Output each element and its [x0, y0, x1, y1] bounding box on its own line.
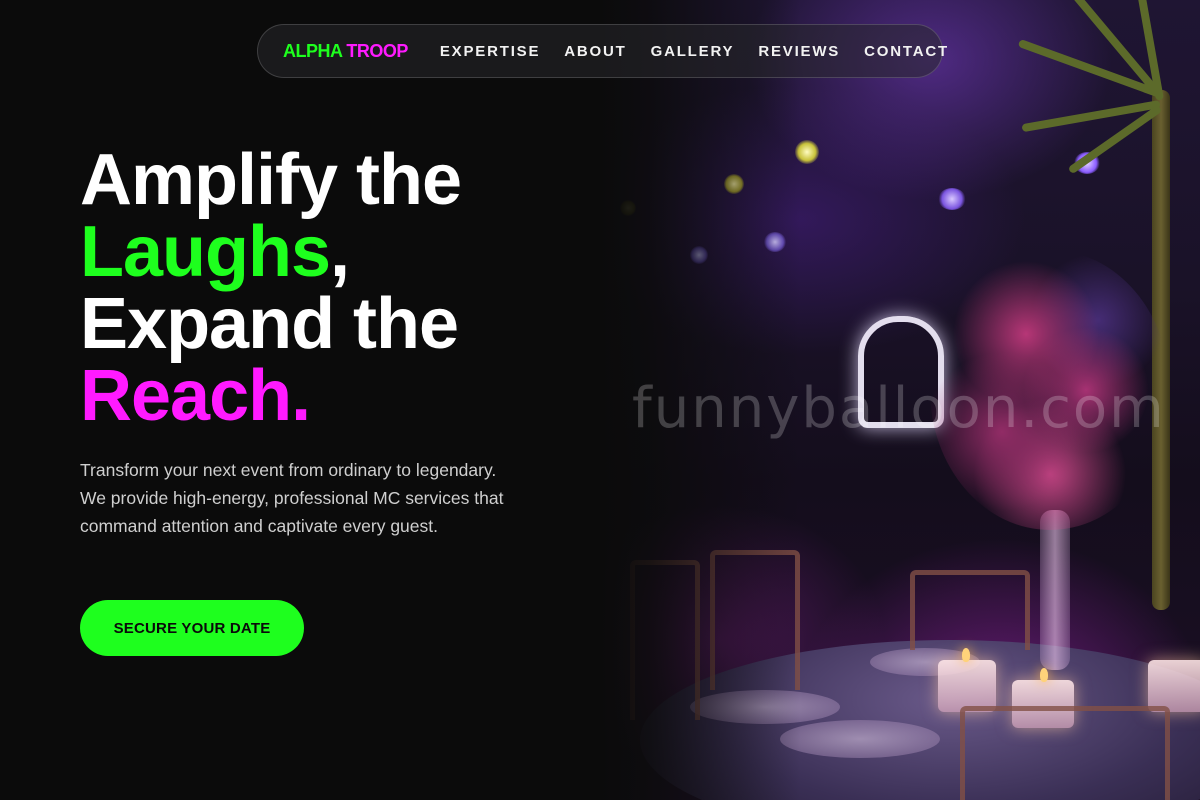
- nav-link-contact[interactable]: CONTACT: [864, 43, 949, 60]
- headline-line-3: Expand the: [80, 284, 459, 364]
- candle-holder: [938, 660, 996, 712]
- stage-light: [938, 188, 966, 210]
- nav-link-gallery[interactable]: GALLERY: [651, 43, 735, 60]
- headline-comma: ,: [330, 212, 350, 292]
- glass-vase: [1040, 510, 1070, 670]
- headline-word-reach: Reach: [80, 356, 292, 436]
- logo-word-troop: TROOP: [346, 40, 408, 61]
- hero-lead-paragraph: Transform your next event from ordinary …: [80, 460, 504, 536]
- secure-your-date-button[interactable]: SECURE YOUR DATE: [80, 600, 304, 656]
- headline-word-laughs: Laughs: [80, 212, 331, 292]
- hero-headline: Amplify the Laughs, Expand the Reach.: [80, 140, 462, 432]
- dinner-plate: [780, 720, 940, 758]
- chiavari-chair: [960, 706, 1170, 800]
- candle-holder: [1148, 660, 1200, 712]
- nav-link-reviews[interactable]: REVIEWS: [758, 43, 840, 60]
- nav-link-about[interactable]: ABOUT: [564, 43, 626, 60]
- candle-flame: [1040, 668, 1048, 682]
- candle-flame: [962, 648, 970, 662]
- headline-line-1: Amplify the: [80, 140, 462, 220]
- main-nav: ALPHA TROOP EXPERTISE ABOUT GALLERY REVI…: [257, 24, 947, 78]
- headline-line-4: Reach.: [80, 360, 461, 432]
- nav-link-expertise[interactable]: EXPERTISE: [440, 43, 540, 60]
- watermark-text: funnyballoon.com: [632, 376, 1166, 441]
- headline-period: .: [291, 356, 311, 436]
- headline-line-2: Laughs,: [80, 216, 461, 288]
- chiavari-chair: [910, 570, 1030, 650]
- logo-word-alpha: ALPHA: [283, 40, 342, 61]
- brand-logo[interactable]: ALPHA TROOP: [283, 41, 408, 62]
